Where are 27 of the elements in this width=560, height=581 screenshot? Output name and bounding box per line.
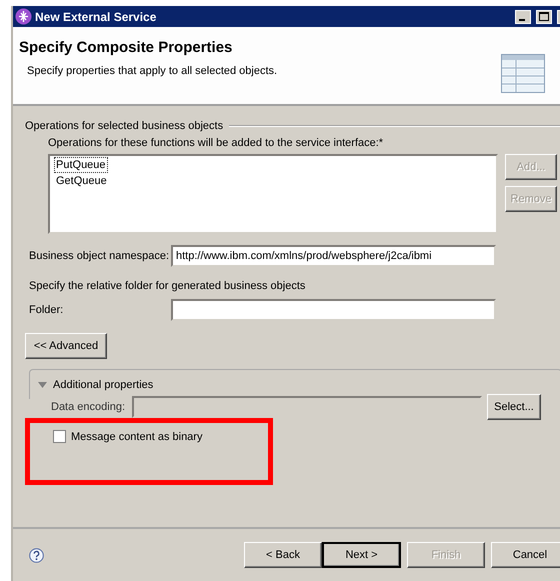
field-label: Business object namespace: — [29, 250, 170, 262]
wizard-button[interactable]: Next > — [322, 542, 401, 568]
folder-hint: Specify the relative folder for generated business objects — [29, 280, 306, 292]
help-icon[interactable] — [29, 548, 44, 562]
maximize-icon[interactable] — [536, 10, 552, 24]
page-title: Specify Composite Properties — [19, 39, 234, 56]
wizard-button[interactable]: Cancel — [491, 542, 560, 568]
checkbox-label: Message content as binary — [71, 430, 202, 442]
expander-icon[interactable] — [38, 382, 47, 388]
group-title: Operations for selected business objects — [25, 120, 224, 132]
advanced-button[interactable]: << Advanced — [25, 333, 107, 359]
folder-field[interactable] — [171, 299, 496, 321]
field-label: Folder: — [29, 304, 64, 316]
operation-item[interactable]: GetQueue — [54, 173, 109, 189]
namespace-field[interactable]: http://www.ibm.com/xmlns/prod/websphere/j2ca/ibmi — [171, 245, 496, 267]
wizard-button[interactable]: < Back — [244, 542, 322, 568]
app-icon — [15, 8, 32, 25]
operations-list[interactable]: PutQueue GetQueue — [48, 154, 498, 234]
list-label: Operations for these functions will be added to the service interface:* — [48, 137, 384, 149]
operation-item[interactable]: PutQueue — [54, 157, 108, 173]
page-description: Specify properties that apply to all selected objects. — [27, 65, 278, 77]
checkbox[interactable] — [53, 430, 66, 443]
table-icon — [501, 54, 545, 93]
minimize-icon[interactable] — [515, 10, 531, 24]
window-title: New External Service — [35, 10, 158, 24]
section-title: Additional properties — [53, 378, 154, 390]
field-label: Data encoding: — [51, 401, 126, 413]
